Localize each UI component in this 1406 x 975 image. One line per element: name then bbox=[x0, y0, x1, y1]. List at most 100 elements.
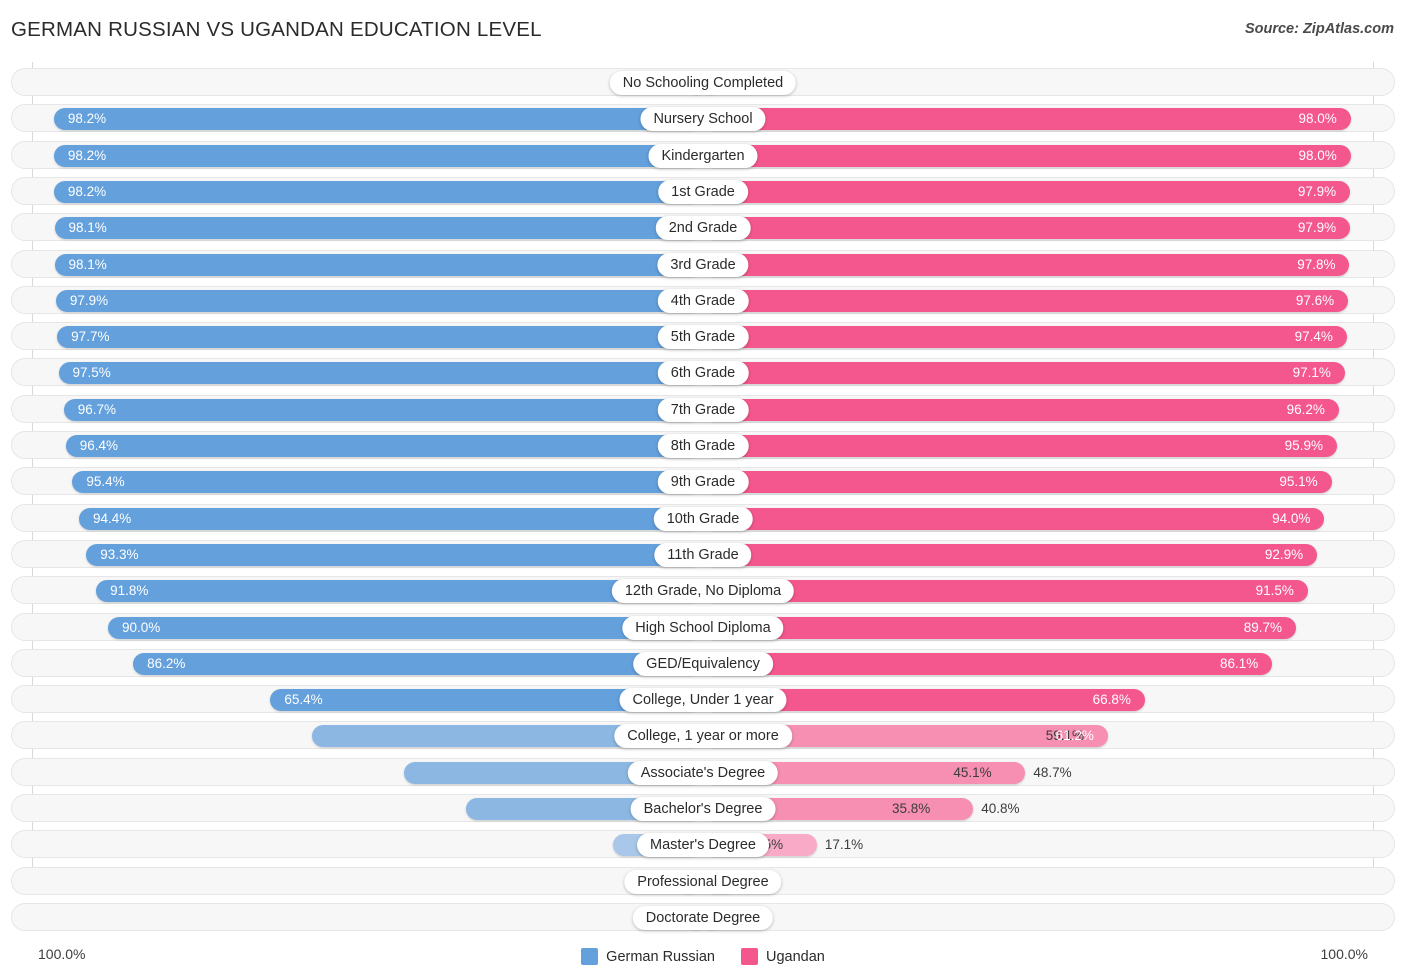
bar-right-ugandan[interactable] bbox=[704, 580, 1308, 603]
chart-row-inner: 45.1% 48.7% Associate's Degree bbox=[12, 759, 1394, 785]
chart-row-inner: 93.3% 92.9% 11th Grade bbox=[12, 541, 1394, 567]
category-label-pill[interactable]: Kindergarten bbox=[648, 143, 758, 168]
chart-row: 35.8% 40.8% Bachelor's Degree bbox=[11, 794, 1395, 822]
value-label-right: 95.9% bbox=[1284, 438, 1323, 453]
bar-right-ugandan[interactable] bbox=[704, 144, 1351, 167]
bar-left-german-russian[interactable] bbox=[108, 616, 702, 639]
value-label-right: 97.9% bbox=[1297, 183, 1337, 199]
chart-row: 93.3% 92.9% 11th Grade bbox=[11, 539, 1395, 568]
value-label-left: 96.7% bbox=[77, 401, 117, 417]
category-label-pill[interactable]: No Schooling Completed bbox=[609, 71, 797, 95]
bar-left-german-russian[interactable] bbox=[53, 144, 702, 167]
chart-row: 90.0% 89.7% High School Diploma bbox=[11, 612, 1395, 641]
value-label-left: 35.8% bbox=[892, 801, 931, 816]
category-label-pill[interactable]: GED/Equivalency bbox=[633, 651, 773, 676]
category-label-pill[interactable]: 11th Grade bbox=[654, 542, 752, 567]
bar-left-german-russian[interactable] bbox=[58, 362, 702, 385]
chart-row: 1.8%2.2%Doctorate Degree bbox=[11, 902, 1395, 931]
category-label-pill[interactable]: College, 1 year or more bbox=[614, 724, 792, 749]
bar-left-german-russian[interactable] bbox=[133, 652, 702, 675]
category-label-pill[interactable]: Professional Degree bbox=[624, 869, 782, 894]
bar-left-german-russian[interactable] bbox=[78, 507, 702, 530]
category-label-pill[interactable]: College, Under 1 year bbox=[619, 688, 787, 713]
value-label-right: 94.0% bbox=[1272, 510, 1311, 526]
value-label-left: 98.1% bbox=[68, 220, 107, 236]
category-label-pill[interactable]: 2nd Grade bbox=[655, 216, 751, 241]
bar-left-german-russian[interactable] bbox=[53, 108, 702, 131]
chart-row: 98.2% 97.9% 1st Grade bbox=[11, 176, 1395, 205]
bar-left-german-russian[interactable] bbox=[72, 471, 702, 494]
bar-right-ugandan[interactable] bbox=[704, 543, 1318, 566]
chart-row-inner: 97.7% 97.4% 5th Grade bbox=[12, 323, 1394, 350]
category-label-pill[interactable]: 6th Grade bbox=[657, 361, 749, 386]
chart-row: 1.8%2.0%No Schooling Completed bbox=[11, 68, 1395, 96]
bar-right-ugandan[interactable] bbox=[704, 253, 1350, 276]
bar-right-ugandan[interactable] bbox=[704, 471, 1332, 494]
category-label-pill[interactable]: High School Diploma bbox=[622, 615, 784, 640]
category-label-pill[interactable]: Master's Degree bbox=[637, 833, 769, 858]
chart-row: 94.4% 94.0% 10th Grade bbox=[11, 503, 1395, 532]
bar-left-german-russian[interactable] bbox=[55, 289, 702, 312]
category-label-pill[interactable]: 1st Grade bbox=[658, 179, 748, 204]
value-label-left: 95.4% bbox=[86, 474, 125, 490]
bar-right-ugandan[interactable] bbox=[704, 108, 1351, 131]
category-label-pill[interactable]: 9th Grade bbox=[657, 470, 749, 495]
category-label-pill[interactable]: Doctorate Degree bbox=[632, 905, 774, 930]
chart-row-inner: 96.7% 96.2% 7th Grade bbox=[12, 396, 1394, 422]
chart-row: 86.2% 86.1% GED/Equivalency bbox=[11, 648, 1395, 677]
bar-right-ugandan[interactable] bbox=[704, 616, 1297, 639]
value-label-right: 98.0% bbox=[1298, 111, 1337, 127]
bar-right-ugandan[interactable] bbox=[704, 398, 1339, 421]
value-label-right: 97.8% bbox=[1297, 256, 1336, 272]
chart-row-inner: 98.1% 97.9% 2nd Grade bbox=[12, 214, 1394, 241]
category-label-pill[interactable]: 10th Grade bbox=[653, 506, 753, 531]
bar-left-german-russian[interactable] bbox=[57, 326, 702, 349]
value-label-left: 97.9% bbox=[69, 292, 109, 308]
legend-item[interactable]: Ugandan bbox=[740, 948, 825, 965]
bar-right-ugandan[interactable] bbox=[704, 435, 1337, 457]
page-title: GERMAN RUSSIAN VS UGANDAN EDUCATION LEVE… bbox=[11, 18, 542, 41]
legend-swatch-icon bbox=[740, 948, 758, 965]
bar-right-ugandan[interactable] bbox=[704, 289, 1349, 312]
chart-row-inner: 90.0% 89.7% High School Diploma bbox=[12, 614, 1394, 640]
bar-left-german-russian[interactable] bbox=[54, 253, 702, 276]
category-label-pill[interactable]: Nursery School bbox=[640, 107, 766, 132]
legend-item[interactable]: German Russian bbox=[581, 948, 715, 965]
value-label-right: 48.7% bbox=[1033, 764, 1072, 780]
chart-row-inner: 98.2% 98.0% Kindergarten bbox=[12, 142, 1394, 168]
category-label-pill[interactable]: 7th Grade bbox=[657, 397, 749, 422]
category-label-pill[interactable]: 3rd Grade bbox=[657, 252, 749, 277]
bar-right-ugandan[interactable] bbox=[704, 217, 1351, 240]
bar-left-german-russian[interactable] bbox=[65, 435, 702, 457]
legend-item-label: Ugandan bbox=[765, 948, 825, 965]
bar-right-ugandan[interactable] bbox=[704, 180, 1351, 203]
bar-right-ugandan[interactable] bbox=[704, 507, 1325, 530]
value-label-left: 65.4% bbox=[284, 692, 323, 708]
category-label-pill[interactable]: 4th Grade bbox=[657, 288, 749, 313]
chart-row: 96.7% 96.2% 7th Grade bbox=[11, 394, 1395, 423]
category-label-pill[interactable]: 12th Grade, No Diploma bbox=[611, 579, 795, 604]
category-label-pill[interactable]: Bachelor's Degree bbox=[630, 797, 776, 821]
bar-left-german-russian[interactable] bbox=[53, 180, 702, 203]
bar-right-ugandan[interactable] bbox=[704, 362, 1345, 385]
value-label-right: 97.9% bbox=[1297, 220, 1337, 236]
chart-row: 13.5%17.1%Master's Degree bbox=[11, 830, 1395, 859]
chart-row: 97.9% 97.6% 4th Grade bbox=[11, 285, 1395, 314]
value-label-left: 45.1% bbox=[953, 764, 992, 780]
bar-left-german-russian[interactable] bbox=[54, 217, 702, 240]
bar-right-ugandan[interactable] bbox=[704, 326, 1347, 349]
chart-row-inner: 98.2% 98.0% Nursery School bbox=[12, 105, 1394, 132]
value-label-left: 91.8% bbox=[110, 583, 149, 599]
chart-row: 98.1% 97.8% 3rd Grade bbox=[11, 249, 1395, 278]
bar-left-german-russian[interactable] bbox=[63, 398, 702, 421]
category-label-pill[interactable]: Associate's Degree bbox=[627, 760, 779, 785]
chart-row-inner: 59.1% 61.2% College, 1 year or more bbox=[12, 722, 1394, 749]
bar-right-ugandan[interactable] bbox=[704, 652, 1273, 675]
chart-row-inner: 35.8% 40.8% Bachelor's Degree bbox=[12, 795, 1394, 821]
value-label-right: 95.1% bbox=[1279, 474, 1318, 490]
category-label-pill[interactable]: 8th Grade bbox=[657, 434, 749, 458]
value-label-left: 97.5% bbox=[72, 365, 111, 381]
source-attribution: Source: ZipAtlas.com bbox=[1244, 21, 1394, 37]
category-label-pill[interactable]: 5th Grade bbox=[657, 325, 749, 350]
bar-left-german-russian[interactable] bbox=[86, 543, 702, 566]
